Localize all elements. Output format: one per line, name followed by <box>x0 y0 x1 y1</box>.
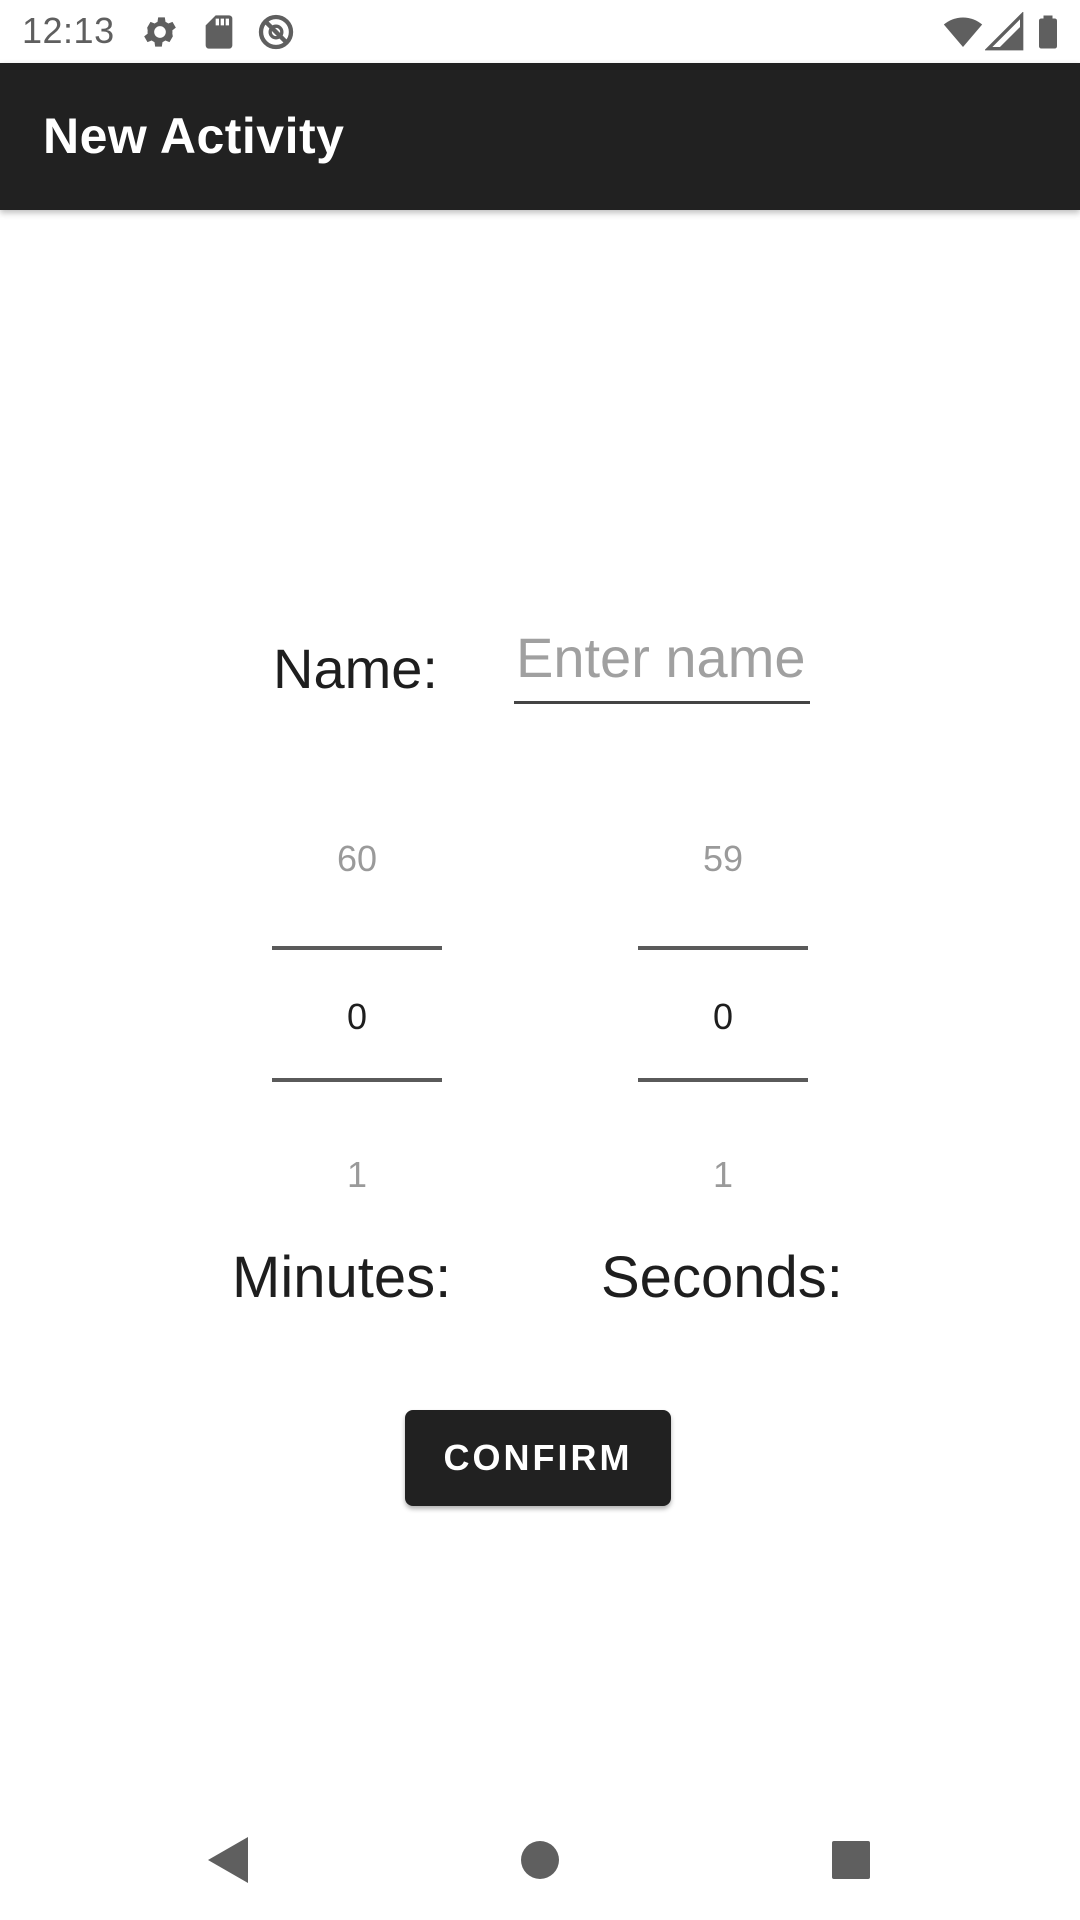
minutes-picker-current-value[interactable]: 0 <box>272 996 442 1038</box>
minutes-picker-prev-value[interactable]: 60 <box>272 838 442 880</box>
name-label: Name: <box>273 637 438 700</box>
settings-icon <box>140 12 180 52</box>
seconds-picker-prev-value[interactable]: 59 <box>638 838 808 880</box>
minutes-picker-next-value[interactable]: 1 <box>272 1154 442 1196</box>
navigation-bar <box>0 1800 1080 1920</box>
wifi-icon <box>942 12 983 52</box>
name-input[interactable] <box>514 622 810 704</box>
seconds-picker[interactable]: 59 0 1 <box>638 820 808 1200</box>
confirm-button[interactable]: CONFIRM <box>405 1410 671 1506</box>
app-bar: New Activity <box>0 63 1080 210</box>
seconds-label: Seconds: <box>601 1245 843 1310</box>
minutes-label: Minutes: <box>232 1245 452 1310</box>
seconds-picker-top-divider <box>638 946 808 950</box>
seconds-picker-current-value[interactable]: 0 <box>638 996 808 1038</box>
status-time: 12:13 <box>22 10 115 51</box>
minutes-picker-top-divider <box>272 946 442 950</box>
cell-signal-icon <box>984 11 1025 52</box>
do-not-disturb-icon <box>256 12 296 52</box>
back-icon[interactable] <box>197 1830 257 1890</box>
status-bar: 12:13 <box>0 0 1080 63</box>
battery-icon <box>1030 12 1070 52</box>
minutes-picker[interactable]: 60 0 1 <box>272 820 442 1200</box>
minutes-picker-bottom-divider <box>272 1078 442 1082</box>
home-icon[interactable] <box>510 1830 570 1890</box>
app-title: New Activity <box>43 108 345 164</box>
seconds-picker-next-value[interactable]: 1 <box>638 1154 808 1196</box>
sd-card-icon <box>199 12 239 52</box>
recents-icon[interactable] <box>821 1830 881 1890</box>
seconds-picker-bottom-divider <box>638 1078 808 1082</box>
